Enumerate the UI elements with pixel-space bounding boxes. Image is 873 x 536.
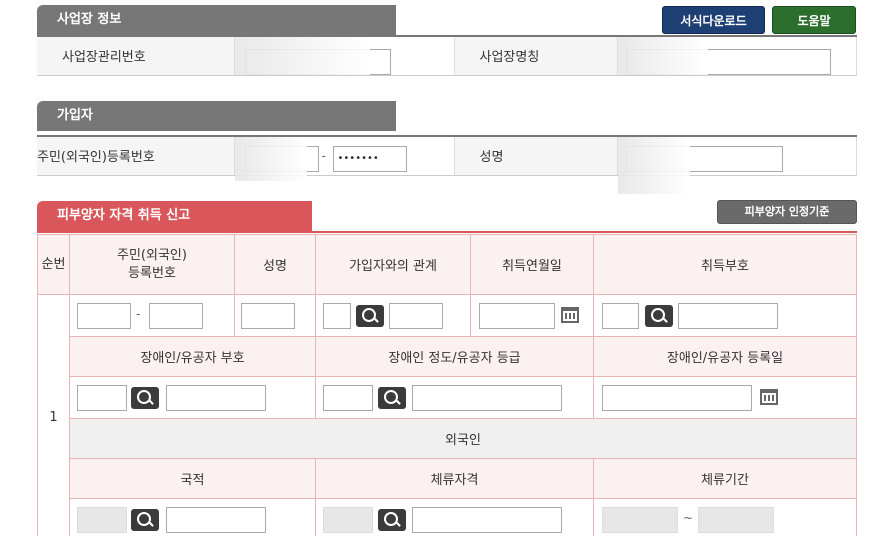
relation-name-input[interactable] — [389, 303, 443, 329]
stay-status-cell — [315, 498, 594, 536]
stay-status-code-input[interactable] — [323, 507, 373, 533]
relation-code-input[interactable] — [323, 303, 351, 329]
disab-code-input[interactable] — [77, 385, 127, 411]
acq-code-search-icon[interactable] — [645, 305, 673, 327]
rrn-back-input[interactable]: ••••••• — [332, 146, 407, 172]
rrn-dash: - — [321, 149, 326, 163]
calendar-icon[interactable] — [760, 389, 778, 405]
rrn-label: 주민(외국인)등록번호 — [37, 137, 234, 176]
disab-code-cell — [69, 376, 316, 419]
disab-code-search-icon[interactable] — [131, 387, 159, 409]
header-acq-date: 취득연월일 — [470, 234, 594, 295]
acq-code-input[interactable] — [602, 303, 639, 329]
header-acq-code: 취득부호 — [593, 234, 857, 295]
stay-period-end-input[interactable] — [698, 507, 774, 533]
workplace-name-cell — [616, 37, 857, 76]
workplace-section-title: 사업장 정보 — [37, 5, 396, 35]
disab-grade-cell — [315, 376, 594, 419]
header-relation: 가입자와의 관계 — [315, 234, 471, 295]
dep-name-cell — [234, 294, 316, 337]
dep-rrn-cell: - — [69, 294, 235, 337]
workplace-name-label: 사업장명칭 — [454, 37, 617, 76]
subscriber-name-cell — [616, 137, 857, 194]
form-download-button[interactable]: 서식다운로드 — [662, 6, 765, 34]
disab-grade-search-icon[interactable] — [378, 387, 406, 409]
dependent-section-line — [37, 231, 857, 233]
header-disab-grade: 장애인 정도/유공자 등급 — [315, 336, 594, 377]
subscriber-section-title: 가입자 — [37, 101, 396, 131]
disab-grade-name-input[interactable] — [412, 385, 562, 411]
acq-code-cell — [593, 294, 857, 337]
nationality-name-input[interactable] — [166, 507, 266, 533]
disab-code-name-input[interactable] — [166, 385, 266, 411]
dependent-grid: 순번 주민(외국인) 등록번호 성명 가입자와의 관계 취득연월일 취득부호 1… — [37, 234, 857, 536]
dep-rrn-back-input[interactable] — [149, 303, 203, 329]
dep-name-input[interactable] — [241, 303, 295, 329]
header-disab-date: 장애인/유공자 등록일 — [593, 336, 857, 377]
help-button[interactable]: 도움말 — [772, 6, 856, 34]
subscriber-name-label: 성명 — [454, 137, 617, 176]
header-seq: 순번 — [37, 234, 70, 295]
header-stay-status: 체류자격 — [315, 458, 594, 499]
redacted-area — [617, 37, 708, 75]
calendar-icon[interactable] — [561, 307, 579, 323]
nationality-cell — [69, 498, 316, 536]
acq-code-name-input[interactable] — [678, 303, 778, 329]
subscriber-info-table: 주민(외국인)등록번호 - ••••••• 성명 — [37, 137, 857, 194]
redacted-area — [234, 37, 370, 75]
mgmt-no-label: 사업장관리번호 — [37, 37, 234, 76]
dep-rrn-dash: - — [136, 307, 141, 321]
stay-period-cell: ~ — [593, 498, 857, 536]
disab-grade-input[interactable] — [323, 385, 373, 411]
relation-cell — [315, 294, 471, 337]
workplace-info-table: 사업장관리번호 사업장명칭 — [37, 37, 857, 76]
redacted-area — [234, 137, 307, 181]
acq-date-cell — [470, 294, 594, 337]
stay-period-tilde: ~ — [683, 511, 694, 525]
disab-date-input[interactable] — [602, 385, 752, 411]
rrn-cell: - ••••••• — [233, 137, 455, 181]
header-rrn: 주민(외국인) 등록번호 — [69, 234, 235, 295]
header-stay-period: 체류기간 — [593, 458, 857, 499]
header-name: 성명 — [234, 234, 316, 295]
redacted-area — [617, 137, 690, 194]
nationality-search-icon[interactable] — [131, 509, 159, 531]
stay-status-name-input[interactable] — [412, 507, 562, 533]
stay-period-start-input[interactable] — [602, 507, 678, 533]
acq-date-input[interactable] — [479, 303, 555, 329]
header-nationality: 국적 — [69, 458, 316, 499]
mgmt-no-cell — [233, 37, 455, 76]
stay-status-search-icon[interactable] — [378, 509, 406, 531]
header-disab-code: 장애인/유공자 부호 — [69, 336, 316, 377]
nationality-code-input[interactable] — [77, 507, 127, 533]
foreigner-header: 외국인 — [69, 418, 857, 459]
dependent-criteria-button[interactable]: 피부양자 인정기준 — [717, 200, 857, 224]
disab-date-cell — [593, 376, 857, 419]
dependent-section-title: 피부양자 자격 취득 신고 — [37, 201, 312, 231]
relation-search-icon[interactable] — [356, 305, 384, 327]
row-number: 1 — [37, 294, 70, 536]
dep-rrn-front-input[interactable] — [77, 303, 131, 329]
